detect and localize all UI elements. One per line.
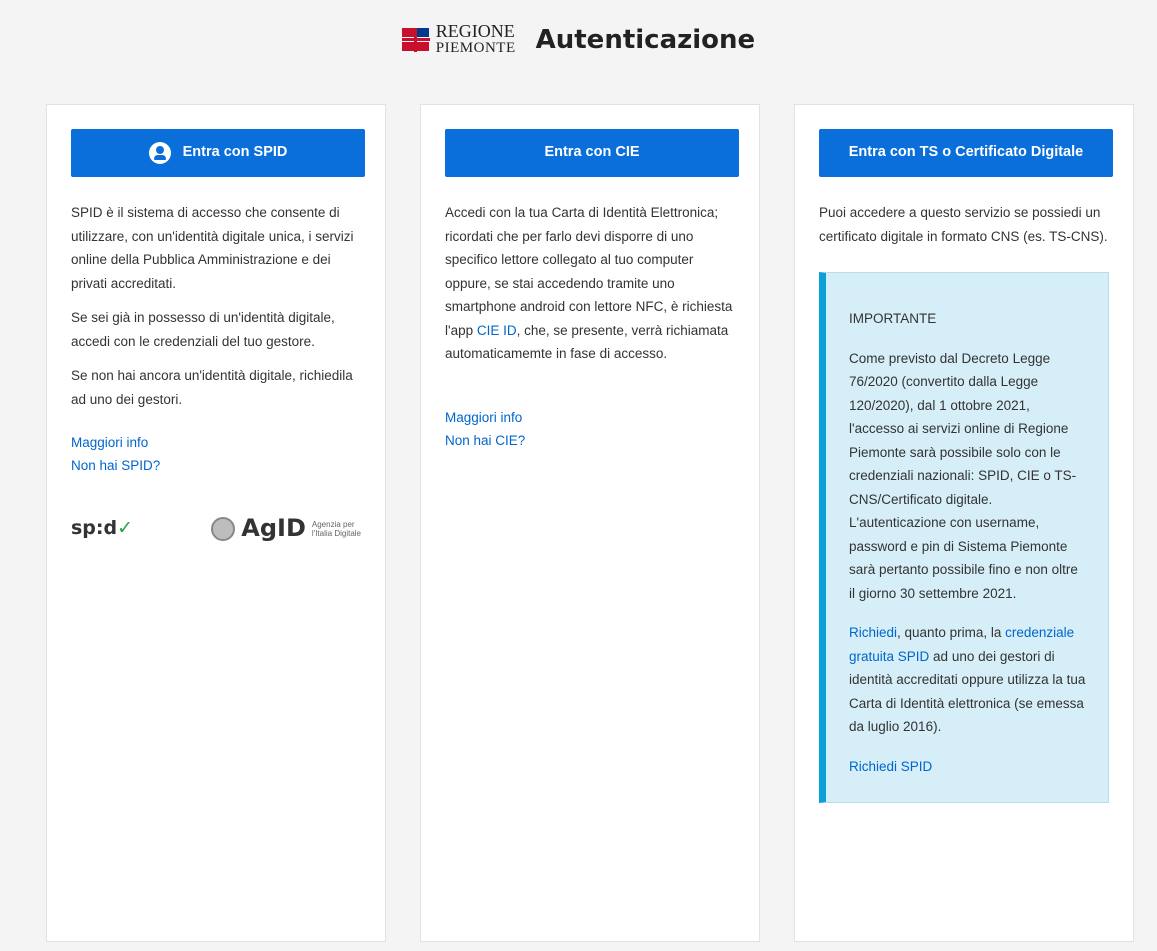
logo-line2: PIEMONTE — [435, 40, 516, 56]
italy-emblem-icon — [211, 517, 236, 541]
request-spid-text: Richiedi, quanto prima, la credenziale g… — [849, 621, 1086, 739]
spid-logos: sp:d✓ AgID Agenzia per l'Italia Digitale — [71, 517, 361, 541]
richiedi-link[interactable]: Richiedi — [849, 625, 897, 640]
cie-description: Accedi con la tua Carta di Identità Elet… — [445, 201, 735, 366]
spid-links: Maggiori info Non hai SPID? — [71, 431, 361, 477]
important-notice: IMPORTANTE Come previsto dal Decreto Leg… — [819, 272, 1109, 803]
agid-sub1: Agenzia per — [311, 520, 355, 529]
spid-logo: sp:d✓ — [71, 517, 133, 541]
spid-card: Entra con SPID SPID è il sistema di acce… — [46, 104, 386, 942]
cie-id-app-link[interactable]: CIE ID — [477, 323, 517, 338]
cie-links: Maggiori info Non hai CIE? — [445, 406, 735, 452]
cie-text-before: Accedi con la tua Carta di Identità Elet… — [445, 205, 733, 338]
spid-description: SPID è il sistema di accesso che consent… — [71, 205, 354, 291]
no-cie-link[interactable]: Non hai CIE? — [445, 429, 735, 452]
regione-piemonte-logo: REGIONE PIEMONTE — [401, 21, 516, 57]
piemonte-flag-icon — [401, 28, 430, 52]
request-text-1: , quanto prima, la — [897, 625, 1006, 640]
spid-login-button[interactable]: Entra con SPID — [71, 129, 365, 177]
logo-line1: REGIONE — [435, 21, 515, 41]
user-icon — [148, 142, 171, 164]
important-title: IMPORTANTE — [849, 311, 937, 326]
agid-name: AgID — [241, 514, 306, 543]
request-spid-link[interactable]: Richiedi SPID — [849, 759, 932, 774]
no-spid-link[interactable]: Non hai SPID? — [71, 454, 361, 477]
spid-no-identity-text: Se non hai ancora un'identità digitale, … — [71, 368, 353, 407]
agid-subtitle: Agenzia per l'Italia Digitale — [312, 520, 361, 538]
ts-description: Puoi accedere a questo servizio se possi… — [819, 205, 1108, 244]
agid-logo: AgID Agenzia per l'Italia Digitale — [211, 517, 361, 541]
spid-has-identity-text: Se sei già in possesso di un'identità di… — [71, 310, 335, 349]
spid-logo-text: sp:d — [71, 517, 118, 540]
ts-button-label: Entra con TS o Certificato Digitale — [848, 144, 1084, 161]
page-header: REGIONE PIEMONTE Autenticazione — [0, 0, 1157, 80]
spid-check-icon: ✓ — [117, 517, 134, 540]
cie-card: Entra con CIE Accedi con la tua Carta di… — [420, 104, 760, 942]
logo-text: REGIONE PIEMONTE — [435, 21, 516, 57]
cie-login-button[interactable]: Entra con CIE — [445, 129, 739, 177]
spid-button-label: Entra con SPID — [182, 144, 288, 161]
agid-sub2: l'Italia Digitale — [311, 529, 361, 538]
important-text: Come previsto dal Decreto Legge 76/2020 … — [849, 350, 1078, 601]
spid-more-info-link[interactable]: Maggiori info — [71, 431, 361, 454]
page-title: Autenticazione — [535, 25, 756, 55]
ts-card: Entra con TS o Certificato Digitale Puoi… — [794, 104, 1134, 942]
cie-more-info-link[interactable]: Maggiori info — [445, 406, 735, 429]
cie-button-label: Entra con CIE — [544, 144, 640, 161]
ts-login-button[interactable]: Entra con TS o Certificato Digitale — [819, 129, 1113, 177]
